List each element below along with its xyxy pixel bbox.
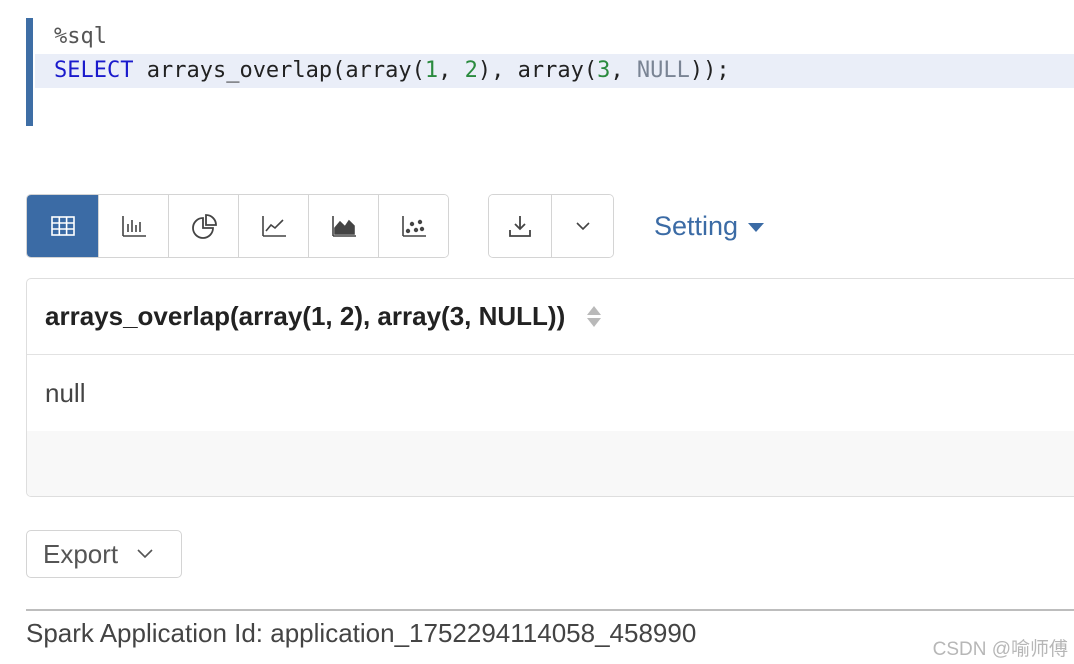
download-options-button[interactable] bbox=[551, 195, 613, 257]
table-icon bbox=[50, 216, 75, 236]
table-cell: null bbox=[45, 378, 86, 408]
watermark: CSDN @喻师傅 bbox=[932, 639, 1068, 660]
export-label: Export bbox=[43, 538, 119, 569]
table-view-button[interactable] bbox=[27, 195, 98, 257]
column-header: arrays_overlap(array(1, 2), array(3, NUL… bbox=[45, 301, 566, 331]
line-chart-button[interactable] bbox=[238, 195, 308, 257]
caret-down-icon bbox=[748, 222, 765, 232]
code-number: 1 bbox=[424, 58, 439, 83]
table-row: null bbox=[27, 356, 1074, 431]
download-icon bbox=[509, 216, 531, 237]
sort-icon[interactable] bbox=[587, 306, 602, 327]
code-line-2[interactable]: SELECT arrays_overlap(array(1, 2), array… bbox=[35, 54, 1074, 88]
code-token: )); bbox=[689, 58, 730, 83]
bar-chart-button[interactable] bbox=[98, 195, 168, 257]
pie-chart-icon bbox=[191, 214, 217, 239]
chevron-down-icon bbox=[575, 222, 590, 231]
download-button[interactable] bbox=[489, 195, 551, 257]
line-chart-icon bbox=[261, 216, 286, 237]
code-editor[interactable]: %sql SELECT arrays_overlap(array(1, 2), … bbox=[26, 18, 1074, 126]
sql-keyword: SELECT bbox=[54, 58, 134, 83]
table-empty-row bbox=[27, 431, 1074, 496]
editor-gutter-bar bbox=[26, 18, 33, 126]
result-table: arrays_overlap(array(1, 2), array(3, NUL… bbox=[26, 278, 1074, 497]
chevron-down-icon bbox=[137, 549, 153, 559]
visualization-toolbar bbox=[26, 194, 449, 258]
sort-descending-icon[interactable] bbox=[587, 318, 602, 327]
download-toolbar bbox=[488, 194, 614, 258]
code-token: ), array( bbox=[477, 58, 598, 83]
area-chart-icon bbox=[331, 216, 356, 237]
setting-label: Setting bbox=[654, 210, 739, 241]
code-number: 2 bbox=[464, 58, 478, 83]
code-null-keyword: NULL bbox=[636, 58, 690, 83]
code-token: arrays_overlap(array( bbox=[133, 58, 425, 83]
export-dropdown[interactable]: Export bbox=[26, 530, 182, 578]
pie-chart-button[interactable] bbox=[168, 195, 238, 257]
magic-command: %sql bbox=[54, 24, 107, 49]
code-token: , bbox=[438, 58, 465, 83]
spark-application-id: Spark Application Id: application_175229… bbox=[26, 618, 697, 648]
code-line-1[interactable]: %sql bbox=[54, 20, 107, 54]
code-number: 3 bbox=[597, 58, 611, 83]
scatter-chart-icon bbox=[401, 216, 426, 237]
footer-divider bbox=[26, 609, 1074, 611]
area-chart-button[interactable] bbox=[308, 195, 378, 257]
sort-ascending-icon[interactable] bbox=[587, 306, 602, 315]
scatter-chart-button[interactable] bbox=[378, 195, 448, 257]
code-token: , bbox=[610, 58, 637, 83]
setting-dropdown[interactable]: Setting bbox=[654, 208, 765, 244]
bar-chart-icon bbox=[121, 216, 146, 237]
table-header: arrays_overlap(array(1, 2), array(3, NUL… bbox=[27, 279, 1074, 355]
